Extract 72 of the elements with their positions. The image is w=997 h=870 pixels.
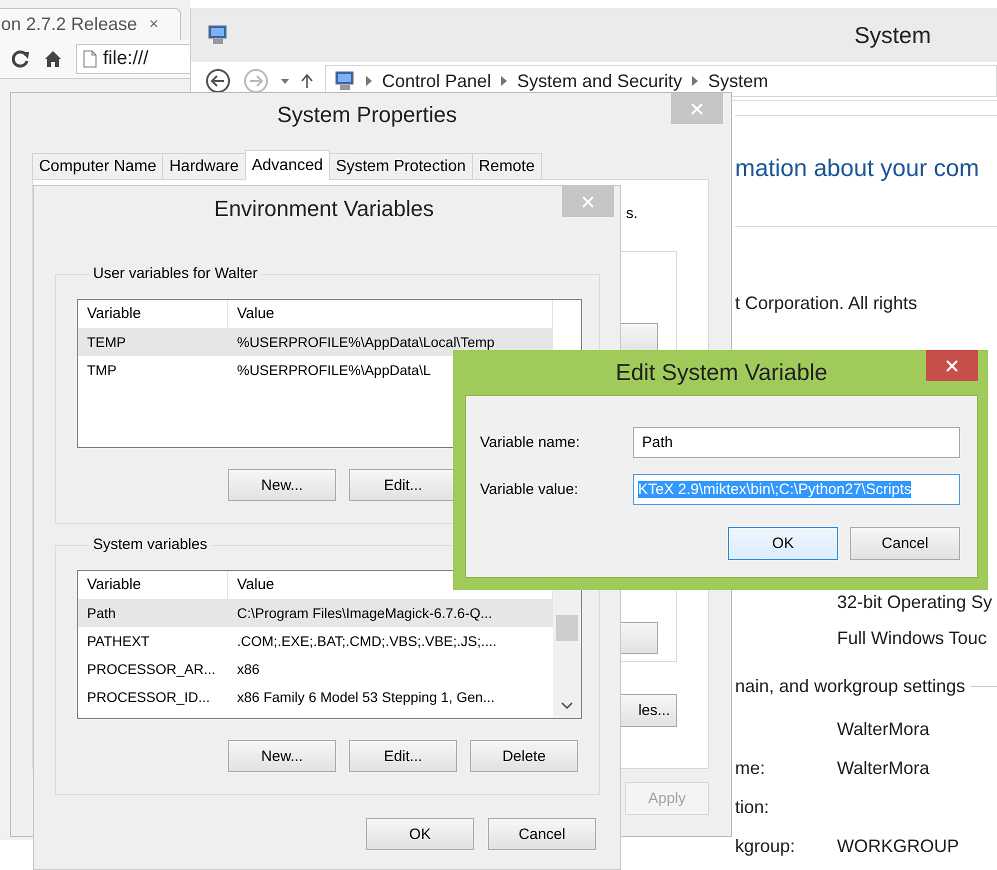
dialog-button[interactable]: Cancel bbox=[850, 527, 960, 560]
back-icon[interactable] bbox=[205, 68, 231, 94]
close-button[interactable] bbox=[926, 350, 978, 381]
dialog-button[interactable]: New... bbox=[228, 740, 336, 772]
list-row[interactable]: PROCESSOR_AR... x86 bbox=[78, 655, 553, 683]
close-icon bbox=[691, 102, 703, 114]
field-label: Variable name: bbox=[480, 434, 581, 451]
breadcrumb-link[interactable]: System bbox=[708, 70, 768, 92]
list-row[interactable]: Path C:\Program Files\ImageMagick-6.7.6-Q... bbox=[78, 599, 553, 627]
field-label: Variable value: bbox=[480, 481, 580, 498]
list-row[interactable]: TEMP %USERPROFILE%\AppData\Local\Temp bbox=[78, 328, 553, 356]
caret-icon[interactable] bbox=[281, 78, 289, 84]
window-title: Edit System Variable bbox=[616, 359, 828, 386]
list-cell-text: C:\Program Files\ImageMagick-6.7.6-Q... bbox=[236, 605, 494, 621]
input-field[interactable]: Path bbox=[633, 427, 960, 458]
dialog-button[interactable]: Edit... bbox=[349, 740, 457, 772]
computer-icon bbox=[207, 25, 229, 45]
list-cell-text: PATHEXT bbox=[86, 633, 150, 649]
up-arrow-icon[interactable] bbox=[301, 74, 313, 88]
breadcrumb-link[interactable]: System and Security bbox=[517, 70, 682, 92]
info-value: WalterMora bbox=[837, 719, 930, 740]
info-label: me: bbox=[735, 758, 766, 778]
close-icon bbox=[946, 360, 958, 372]
list-row[interactable]: PATHEXT .COM;.EXE;.BAT;.CMD;.VBS;.VBE;.JS;.... bbox=[78, 627, 553, 655]
scrollbar-thumb[interactable] bbox=[556, 615, 578, 641]
info-text: t Corporation. All rights bbox=[735, 292, 918, 315]
tab[interactable]: Remote bbox=[472, 153, 542, 179]
list-cell-text: PROCESSOR_AR... bbox=[86, 661, 216, 677]
dialog-button[interactable]: Cancel bbox=[488, 818, 596, 850]
info-value: 32-bit Operating Sy bbox=[837, 592, 992, 612]
reload-icon[interactable] bbox=[12, 50, 30, 68]
tab-close-button[interactable]: × bbox=[149, 16, 158, 34]
group-title: User variables for Walter bbox=[92, 265, 258, 283]
list-cell-text: x86 bbox=[236, 661, 261, 677]
page-icon bbox=[83, 50, 97, 68]
info-value: Full Windows Touc bbox=[837, 628, 987, 648]
list-cell-text: PROCESSOR_ID... bbox=[86, 689, 211, 705]
dialog-button[interactable]: OK bbox=[366, 818, 474, 850]
window-title: Environment Variables bbox=[214, 196, 434, 222]
dialog-button[interactable]: OK bbox=[728, 527, 838, 560]
chevron-icon[interactable] bbox=[501, 76, 508, 86]
list-row[interactable]: PROCESSOR_ID... x86 Family 6 Model 53 Stepping 1, Gen... bbox=[78, 683, 553, 711]
page-heading: mation about your com bbox=[735, 154, 980, 184]
description-text: s. bbox=[626, 205, 638, 222]
info-label: tion: bbox=[735, 797, 770, 817]
info-value: WalterMora bbox=[837, 758, 930, 779]
chevron-down-icon[interactable] bbox=[561, 702, 573, 710]
info-value: WORKGROUP bbox=[837, 836, 960, 857]
breadcrumb-link[interactable]: Control Panel bbox=[382, 70, 492, 92]
list-cell-text: %USERPROFILE%\AppData\Local\Temp bbox=[236, 334, 496, 350]
dialog-button[interactable]: Delete bbox=[470, 740, 578, 772]
group-title: System variables bbox=[92, 536, 208, 554]
list-cell-text: %USERPROFILE%\AppData\L bbox=[236, 362, 432, 378]
home-icon[interactable] bbox=[44, 50, 62, 68]
chevron-icon[interactable] bbox=[366, 76, 372, 86]
tab[interactable]: Advanced bbox=[244, 150, 330, 180]
close-icon bbox=[582, 196, 594, 208]
browser-tab[interactable]: on 2.7.2 Release × bbox=[0, 8, 181, 40]
info-label: kgroup: bbox=[735, 836, 796, 856]
window-title: System bbox=[854, 22, 931, 48]
tab[interactable]: Computer Name bbox=[32, 153, 164, 179]
window-title: System Properties bbox=[277, 102, 457, 128]
list-cell-text: Path bbox=[86, 605, 117, 621]
computer-icon[interactable] bbox=[334, 71, 356, 91]
list-cell-text: TEMP bbox=[86, 334, 127, 350]
chevron-icon[interactable] bbox=[692, 76, 698, 86]
list-cell-text: TMP bbox=[86, 362, 118, 378]
list-cell-text: x86 Family 6 Model 53 Stepping 1, Gen... bbox=[236, 689, 496, 705]
list-cell-text: .COM;.EXE;.BAT;.CMD;.VBS;.VBE;.JS;.... bbox=[236, 633, 498, 649]
dialog-button[interactable]: New... bbox=[228, 469, 336, 501]
section-title: nain, and workgroup settings bbox=[735, 676, 966, 696]
address-field[interactable]: file:/// bbox=[76, 44, 190, 74]
